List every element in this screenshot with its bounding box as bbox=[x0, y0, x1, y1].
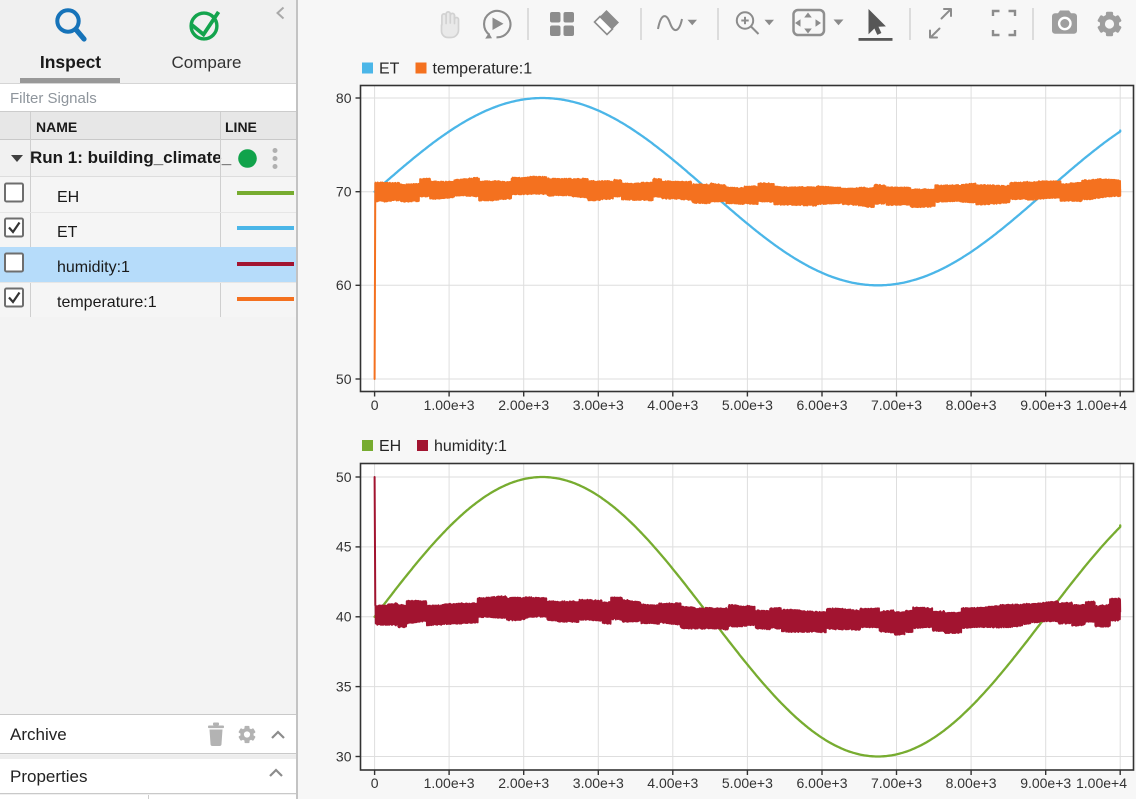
svg-text:1.00e+4: 1.00e+4 bbox=[1076, 775, 1127, 791]
svg-text:7.00e+3: 7.00e+3 bbox=[871, 775, 922, 791]
svg-text:9.00e+3: 9.00e+3 bbox=[1020, 775, 1071, 791]
svg-text:2.00e+3: 2.00e+3 bbox=[498, 775, 549, 791]
svg-text:35: 35 bbox=[336, 678, 352, 694]
svg-text:EH: EH bbox=[379, 438, 401, 455]
svg-text:0: 0 bbox=[371, 775, 379, 791]
svg-text:5.00e+3: 5.00e+3 bbox=[722, 775, 773, 791]
svg-text:3.00e+3: 3.00e+3 bbox=[573, 775, 624, 791]
svg-text:8.00e+3: 8.00e+3 bbox=[946, 775, 997, 791]
svg-text:humidity:1: humidity:1 bbox=[434, 438, 507, 455]
svg-text:40: 40 bbox=[336, 609, 352, 625]
svg-text:30: 30 bbox=[336, 748, 352, 764]
svg-text:4.00e+3: 4.00e+3 bbox=[647, 775, 698, 791]
svg-text:6.00e+3: 6.00e+3 bbox=[797, 775, 848, 791]
svg-text:1.00e+3: 1.00e+3 bbox=[424, 775, 475, 791]
svg-text:50: 50 bbox=[336, 469, 352, 485]
svg-text:45: 45 bbox=[336, 539, 352, 555]
